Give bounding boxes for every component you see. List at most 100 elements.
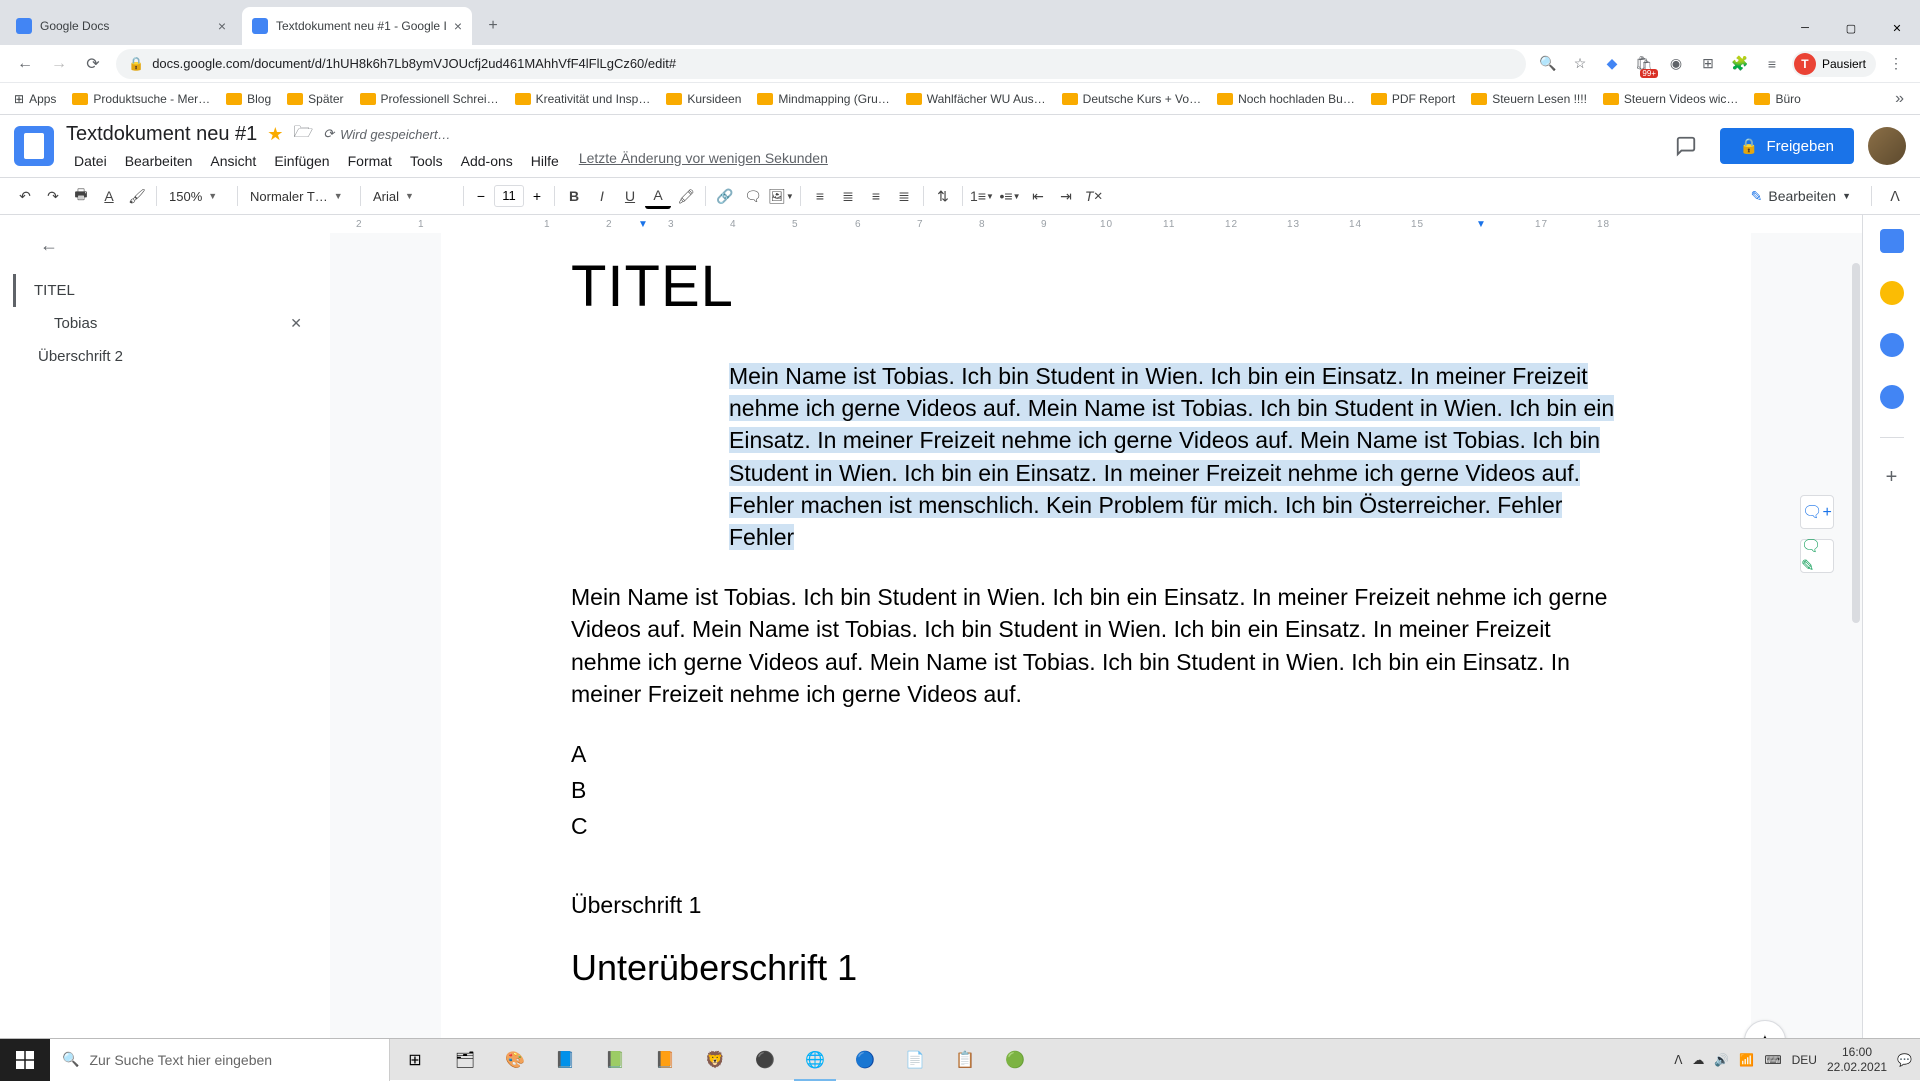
underline-icon[interactable]: U: [617, 183, 643, 209]
bookmark-item[interactable]: Steuern Lesen !!!!: [1465, 89, 1593, 109]
bookmark-item[interactable]: Büro: [1748, 89, 1806, 109]
add-comment-button[interactable]: 🗨+: [1800, 495, 1834, 529]
align-justify-icon[interactable]: ≣: [891, 183, 917, 209]
wifi-icon[interactable]: 📶: [1739, 1053, 1754, 1067]
puzzle-icon[interactable]: 🧩: [1728, 52, 1752, 76]
bookmarks-overflow[interactable]: »: [1887, 90, 1912, 108]
close-icon[interactable]: ×: [218, 18, 226, 34]
italic-icon[interactable]: I: [589, 183, 615, 209]
profile-chip[interactable]: T Pausiert: [1792, 51, 1876, 77]
bookmark-item[interactable]: Mindmapping (Gru…: [751, 89, 895, 109]
line-spacing-icon[interactable]: ⇅: [930, 183, 956, 209]
app-icon[interactable]: 🦁: [690, 1039, 740, 1081]
url-input[interactable]: 🔒 docs.google.com/document/d/1hUH8k6h7Lb…: [116, 49, 1526, 79]
extension-icon[interactable]: ◉: [1664, 52, 1688, 76]
menu-tools[interactable]: Tools: [402, 150, 451, 172]
task-view-icon[interactable]: ⊞: [390, 1039, 440, 1081]
notifications-icon[interactable]: 💬: [1897, 1053, 1912, 1067]
scrollbar[interactable]: [1848, 215, 1862, 1080]
last-edit-link[interactable]: Letzte Änderung vor wenigen Sekunden: [579, 150, 828, 172]
outline-item[interactable]: Überschrift 2: [16, 340, 314, 373]
browser-tab-active[interactable]: Textdokument neu #1 - Google I ×: [242, 7, 472, 45]
heading-2[interactable]: Unterüberschrift 1: [571, 947, 1621, 989]
new-tab-button[interactable]: +: [478, 11, 508, 41]
extension-icon[interactable]: ◆: [1600, 52, 1624, 76]
extension-icon[interactable]: 🛍99+: [1632, 52, 1656, 76]
bookmark-item[interactable]: Blog: [220, 89, 277, 109]
bookmark-item[interactable]: Produktsuche - Mer…: [66, 89, 216, 109]
menu-addons[interactable]: Add-ons: [453, 150, 521, 172]
calendar-icon[interactable]: [1880, 229, 1904, 253]
menu-format[interactable]: Format: [340, 150, 400, 172]
menu-hilfe[interactable]: Hilfe: [523, 150, 567, 172]
spotify-icon[interactable]: 🟢: [990, 1039, 1040, 1081]
taskbar-search[interactable]: 🔍 Zur Suche Text hier eingeben: [50, 1039, 390, 1081]
close-window-icon[interactable]: ✕: [1874, 11, 1920, 45]
spellcheck-icon[interactable]: A: [96, 183, 122, 209]
volume-icon[interactable]: 🔊: [1714, 1053, 1729, 1067]
bookmark-item[interactable]: Professionell Schrei…: [354, 89, 505, 109]
numbered-list-icon[interactable]: 1≡▼: [969, 183, 995, 209]
contacts-icon[interactable]: [1880, 385, 1904, 409]
outline-item[interactable]: Tobias✕: [16, 307, 314, 340]
file-explorer-icon[interactable]: 🗂: [440, 1039, 490, 1081]
start-button[interactable]: [0, 1039, 50, 1081]
apps-button[interactable]: ⊞Apps: [8, 89, 62, 109]
undo-icon[interactable]: ↶: [12, 183, 38, 209]
docs-logo[interactable]: [14, 126, 54, 166]
bookmark-item[interactable]: Wahlfächer WU Aus…: [900, 89, 1052, 109]
excel-icon[interactable]: 📗: [590, 1039, 640, 1081]
editing-mode-select[interactable]: ✎ Bearbeiten ▼: [1741, 188, 1861, 205]
document-title[interactable]: Textdokument neu #1: [66, 123, 257, 146]
list-item[interactable]: B: [571, 774, 1621, 806]
tasks-icon[interactable]: [1880, 333, 1904, 357]
bookmark-item[interactable]: Kreativität und Insp…: [509, 89, 657, 109]
word-icon[interactable]: 📘: [540, 1039, 590, 1081]
page-title[interactable]: TITEL: [571, 253, 1621, 320]
print-icon[interactable]: 🖶: [68, 183, 94, 209]
collapse-toolbar-icon[interactable]: ᐱ: [1882, 183, 1908, 209]
browser-tab[interactable]: Google Docs ×: [6, 7, 236, 45]
list-item[interactable]: C: [571, 810, 1621, 842]
bookmark-item[interactable]: Kursideen: [660, 89, 747, 109]
powerpoint-icon[interactable]: 📙: [640, 1039, 690, 1081]
add-addon-icon[interactable]: +: [1886, 466, 1898, 489]
align-left-icon[interactable]: ≡: [807, 183, 833, 209]
move-folder-icon[interactable]: 🗁: [293, 121, 313, 148]
decrease-indent-icon[interactable]: ⇤: [1025, 183, 1051, 209]
menu-icon[interactable]: ⋮: [1884, 52, 1908, 76]
document-page[interactable]: TITEL Mein Name ist Tobias. Ich bin Stud…: [441, 233, 1751, 1080]
paint-format-icon[interactable]: 🖌: [124, 183, 150, 209]
bulleted-list-icon[interactable]: •≡▼: [997, 183, 1023, 209]
list-item[interactable]: A: [571, 738, 1621, 770]
text-color-icon[interactable]: A: [645, 183, 671, 209]
apps-icon[interactable]: ⊞: [1696, 52, 1720, 76]
star-icon[interactable]: ★: [267, 124, 283, 145]
redo-icon[interactable]: ↷: [40, 183, 66, 209]
paragraph[interactable]: Mein Name ist Tobias. Ich bin Student in…: [571, 581, 1621, 710]
paragraph-selected[interactable]: Mein Name ist Tobias. Ich bin Student in…: [729, 360, 1621, 553]
language-indicator[interactable]: DEU: [1792, 1053, 1817, 1067]
bookmark-item[interactable]: Steuern Videos wic…: [1597, 89, 1745, 109]
tray-chevron-icon[interactable]: ᐱ: [1674, 1053, 1682, 1067]
keyboard-icon[interactable]: ⌨: [1764, 1053, 1781, 1067]
maximize-icon[interactable]: ▢: [1828, 11, 1874, 45]
zoom-select[interactable]: 150%▼: [163, 183, 231, 209]
menu-bearbeiten[interactable]: Bearbeiten: [117, 150, 201, 172]
app-icon[interactable]: 📋: [940, 1039, 990, 1081]
bookmark-item[interactable]: PDF Report: [1365, 89, 1461, 109]
suggest-edit-button[interactable]: 🗨✎: [1800, 539, 1834, 573]
horizontal-ruler[interactable]: 2 1 1 2 ▼ 3 4 5 6 7 8 9 10 11 12 13 14 1…: [330, 215, 1862, 233]
clear-formatting-icon[interactable]: T✕: [1081, 183, 1107, 209]
close-icon[interactable]: ×: [454, 18, 462, 34]
keep-icon[interactable]: [1880, 281, 1904, 305]
align-right-icon[interactable]: ≡: [863, 183, 889, 209]
bookmark-item[interactable]: Später: [281, 89, 349, 109]
app-icon[interactable]: 📄: [890, 1039, 940, 1081]
user-avatar[interactable]: [1868, 127, 1906, 165]
reload-icon[interactable]: ⟳: [76, 47, 110, 81]
highlight-icon[interactable]: 🖍: [673, 183, 699, 209]
indent-marker-icon[interactable]: ▼: [638, 219, 649, 230]
indent-marker-icon[interactable]: ▼: [1476, 219, 1487, 230]
forward-icon[interactable]: →: [42, 47, 76, 81]
